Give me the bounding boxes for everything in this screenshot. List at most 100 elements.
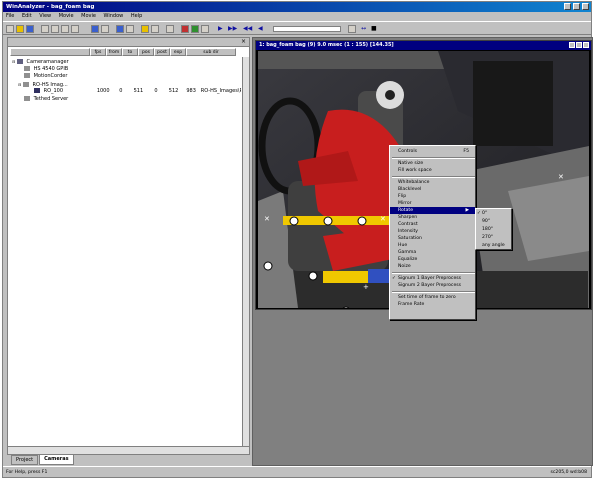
image-minimize-button[interactable] xyxy=(569,42,575,48)
new-icon[interactable] xyxy=(6,25,14,33)
toolbar: ▶ ▶▶ ◀◀ ◀ ↔ ■ xyxy=(3,21,591,35)
menu-item-label: Sharpen xyxy=(398,215,418,220)
view-icon[interactable] xyxy=(91,25,99,33)
menu-item-signum-1[interactable]: ✓ Signum 1 Bayer Preprocess xyxy=(390,275,475,282)
play-icon[interactable]: ▶ xyxy=(218,26,223,32)
menu-item-label: Noize xyxy=(398,264,411,269)
menu-movie-2[interactable]: Movie xyxy=(81,13,96,19)
menu-item-label: 90° xyxy=(482,219,491,224)
paste-icon[interactable] xyxy=(61,25,69,33)
menu-item-sharpen[interactable]: Sharpen xyxy=(390,214,475,221)
tree-item[interactable]: Tethed Server xyxy=(12,95,241,104)
expand-icon[interactable]: ⊟ xyxy=(12,59,15,64)
menu-movie[interactable]: Movie xyxy=(59,13,74,19)
bulb-icon[interactable] xyxy=(141,25,149,33)
cut-icon[interactable] xyxy=(41,25,49,33)
tree-item[interactable]: ⊟ Cameramanager xyxy=(12,58,241,66)
expand-icon[interactable]: ⊟ xyxy=(18,82,21,87)
rotate-option-270[interactable]: 270° xyxy=(476,234,511,241)
column-fps[interactable]: fps xyxy=(90,48,106,56)
menu-item-flip[interactable]: Flip xyxy=(390,193,475,200)
image-close-button[interactable] xyxy=(583,42,589,48)
column-subdir[interactable]: sub dir xyxy=(186,48,236,56)
color-icon[interactable] xyxy=(191,25,199,33)
tab-label: Cameras xyxy=(44,456,69,462)
menu-edit[interactable]: Edit xyxy=(22,13,32,19)
horizontal-scrollbar[interactable] xyxy=(8,446,249,454)
menu-help[interactable]: Help xyxy=(131,13,142,19)
grid-icon[interactable] xyxy=(116,25,124,33)
menu-item-native-size[interactable]: Native size xyxy=(390,160,475,167)
open-icon[interactable] xyxy=(16,25,24,33)
frame-slider[interactable] xyxy=(273,26,341,32)
column-exp[interactable]: exp xyxy=(170,48,186,56)
menu-item-gamma[interactable]: Gamma xyxy=(390,249,475,256)
print-icon[interactable] xyxy=(71,25,79,33)
menu-item-frame-rate[interactable]: Frame Rate xyxy=(390,301,475,308)
column-post[interactable]: post xyxy=(154,48,170,56)
checkmark-icon: ✓ xyxy=(392,276,396,281)
cell-from: 0 xyxy=(119,88,123,94)
menu-item-hue[interactable]: Hue xyxy=(390,242,475,249)
column-name[interactable] xyxy=(10,48,90,56)
panel-close-icon[interactable]: × xyxy=(241,38,246,46)
vertical-scrollbar[interactable] xyxy=(242,57,249,446)
menu-item-label: Flip xyxy=(398,194,407,199)
menu-item-label: Equalize xyxy=(398,257,418,262)
image-maximize-button[interactable] xyxy=(576,42,582,48)
stop-icon[interactable]: ■ xyxy=(371,26,377,32)
menu-item-blacklevel[interactable]: Blacklevel xyxy=(390,186,475,193)
menu-item-fill-work-space[interactable]: Fill work space xyxy=(390,167,475,174)
menu-item-set-time-zero[interactable]: Set time of frame to zero xyxy=(390,294,475,301)
copy-icon[interactable] xyxy=(51,25,59,33)
column-pos[interactable]: pos xyxy=(138,48,154,56)
rewind-icon[interactable]: ◀◀ xyxy=(243,26,252,32)
menu-item-contrast[interactable]: Contrast xyxy=(390,221,475,228)
rotate-option-180[interactable]: 180° xyxy=(476,226,511,233)
tab-cameras[interactable]: Cameras xyxy=(39,455,74,465)
loop-icon[interactable]: ↔ xyxy=(361,26,366,32)
tree-item[interactable]: ⊟ RO-HS Imag... xyxy=(12,81,241,89)
menu-item-controls[interactable]: Controls F5 xyxy=(390,148,475,155)
menu-item-signum-2[interactable]: Signum 2 Bayer Preprocess xyxy=(390,282,475,289)
dropdown-icon[interactable] xyxy=(201,25,209,33)
menu-item-label: Signum 2 Bayer Preprocess xyxy=(398,283,462,288)
rotate-option-0[interactable]: ✓ 0° xyxy=(476,210,511,217)
menu-item-saturation[interactable]: Saturation xyxy=(390,235,475,242)
maximize-button[interactable] xyxy=(573,3,580,10)
menu-item-intensity[interactable]: Intensity xyxy=(390,228,475,235)
close-button[interactable] xyxy=(582,3,589,10)
help-icon[interactable] xyxy=(151,25,159,33)
cell-pos: 0 xyxy=(154,88,158,94)
menu-view[interactable]: View xyxy=(39,13,51,19)
window-icon[interactable] xyxy=(101,25,109,33)
video-icon xyxy=(34,88,40,93)
save-icon[interactable] xyxy=(26,25,34,33)
column-from[interactable]: from xyxy=(106,48,122,56)
cell-subdir: RO-HS_Images\RO_1C xyxy=(200,88,241,94)
palette-icon[interactable] xyxy=(181,25,189,33)
minimize-button[interactable] xyxy=(564,3,571,10)
menu-item-mirror[interactable]: Mirror xyxy=(390,200,475,207)
column-to[interactable]: to xyxy=(122,48,138,56)
menu-file[interactable]: File xyxy=(6,13,14,19)
zoom-icon[interactable] xyxy=(166,25,174,33)
menu-item-noize[interactable]: Noize xyxy=(390,263,475,270)
menu-item-label: Mirror xyxy=(398,201,412,206)
rotate-option-90[interactable]: 90° xyxy=(476,218,511,225)
tree-item[interactable]: HS 4540 GPIB xyxy=(12,65,241,74)
step-back-icon[interactable]: ◀ xyxy=(258,26,263,32)
tab-project[interactable]: Project xyxy=(11,455,39,465)
tree-item-ro100[interactable]: RO_100 1000 0 511 0 512 983 RO-HS_Images… xyxy=(12,88,241,96)
menu-item-rotate[interactable]: Rotate ▶ xyxy=(390,207,475,214)
fast-forward-icon[interactable]: ▶▶ xyxy=(228,26,237,32)
camera-icon[interactable] xyxy=(126,25,134,33)
menu-item-equalize[interactable]: Equalize xyxy=(390,256,475,263)
rotate-option-any[interactable]: any angle xyxy=(476,242,511,249)
zoom-fit-icon[interactable] xyxy=(348,25,356,33)
menu-item-whitebalance[interactable]: Whitebalance xyxy=(390,179,475,186)
tree-item[interactable]: MotionCorder xyxy=(12,73,241,81)
window-title: WinAnalyzer - bag_foam bag xyxy=(6,4,95,10)
checkmark-icon: ✓ xyxy=(477,211,481,216)
menu-window[interactable]: Window xyxy=(104,13,124,19)
